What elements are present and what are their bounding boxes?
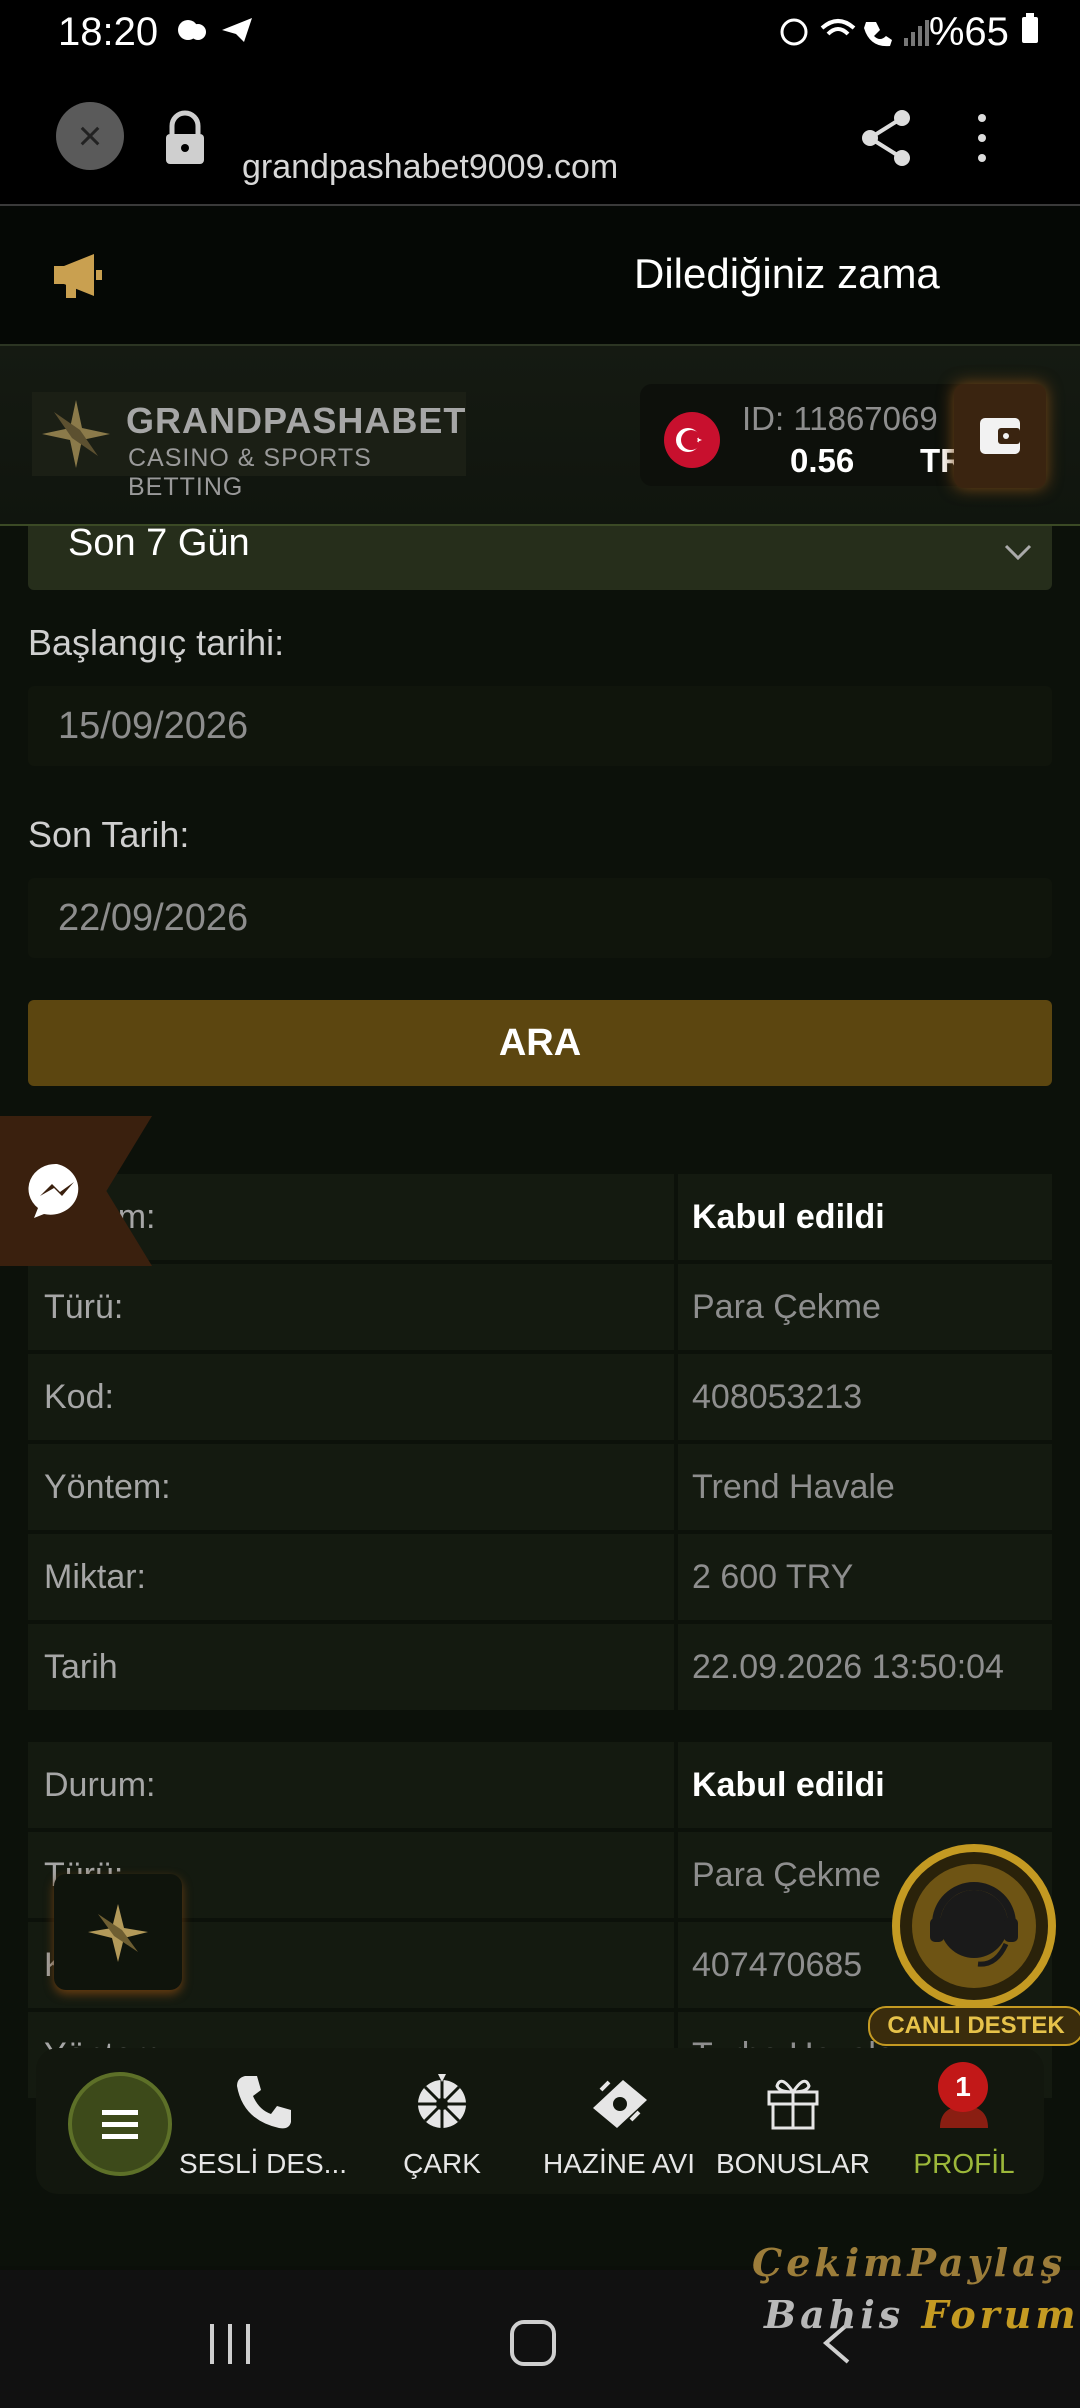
logo-star-icon — [42, 400, 110, 468]
start-date-label: Başlangıç tarihi: — [28, 622, 285, 663]
battery-level: %65 — [929, 10, 1040, 55]
row-label: Durum: — [28, 1742, 674, 1828]
nav-item-wheel[interactable]: ÇARK — [357, 2048, 527, 2194]
row-value: 22.09.2026 13:50:04 — [678, 1624, 1052, 1710]
wallet-button[interactable] — [954, 384, 1046, 488]
row-label: Miktar: — [28, 1534, 674, 1620]
browser-toolbar: × grandpashabet9009.com — [0, 70, 1080, 206]
url-text[interactable]: grandpashabet9009.com — [242, 148, 618, 187]
period-value: Son 7 Gün — [68, 526, 250, 564]
nav-label: PROFİL — [913, 2148, 1015, 2179]
nav-item-voice-support[interactable]: SESLİ DES... — [178, 2048, 348, 2194]
account-id: ID: 11867069 — [742, 400, 938, 437]
messenger-icon — [28, 1163, 79, 1218]
logo-title: GRANDPASHABET — [126, 400, 467, 441]
nav-label: BONUSLAR — [715, 2148, 871, 2179]
battery-icon — [1022, 13, 1038, 43]
logo-subtitle: CASINO & SPORTS BETTING — [128, 444, 372, 501]
announcement-text: Dilediğiniz zama — [634, 250, 940, 297]
live-support-widget[interactable]: CANLI DESTEK — [868, 1840, 1080, 2050]
search-button[interactable]: ARA — [28, 1000, 1052, 1086]
home-icon[interactable] — [508, 2318, 558, 2368]
nav-label: SESLİ DES... — [178, 2148, 348, 2179]
table-row: Tarih 22.09.2026 13:50:04 — [28, 1624, 1052, 1710]
brand-star-icon — [88, 1904, 148, 1962]
row-label: Tarih — [28, 1624, 674, 1710]
chevron-down-icon — [1004, 544, 1032, 560]
status-time: 18:20 — [58, 10, 159, 54]
watermark: ÇekimPaylaş Bahis Forum — [752, 2240, 1080, 2340]
watermark-line1: ÇekimPaylaş — [752, 2240, 1067, 2285]
row-label: Türü: — [28, 1264, 674, 1350]
balance-amount: 0.56 — [790, 442, 855, 479]
row-value: 2 600 TRY — [678, 1534, 1052, 1620]
live-support-label: CANLI DESTEK — [868, 2006, 1080, 2046]
status-bar: 18:20 %65 — [0, 0, 1080, 70]
start-date-input[interactable]: 15/09/2026 — [28, 686, 1052, 766]
row-label: Kod: — [28, 1354, 674, 1440]
system-status-icons — [780, 14, 930, 56]
more-options-icon[interactable] — [972, 110, 992, 166]
signal-icons — [780, 18, 929, 47]
recent-apps-icon[interactable] — [206, 2322, 256, 2366]
table-row: Türü:Para Çekme — [28, 1264, 1052, 1350]
brand-badge[interactable] — [54, 1874, 182, 1990]
notification-icons — [172, 12, 262, 55]
gift-icon — [767, 2079, 819, 2130]
lock-icon[interactable] — [162, 110, 208, 166]
hamburger-icon — [102, 2110, 138, 2139]
table-row: Durum:Kabul edildi — [28, 1742, 1052, 1828]
treasure-icon — [593, 2080, 647, 2128]
weather-telegram-icon — [178, 18, 252, 42]
site-logo[interactable]: GRANDPASHABET CASINO & SPORTS BETTING — [32, 392, 467, 501]
period-select[interactable]: Son 7 Gün — [28, 526, 1052, 590]
end-date-input[interactable]: 22/09/2026 — [28, 878, 1052, 958]
menu-button[interactable] — [68, 2072, 172, 2176]
site-header: GRANDPASHABET CASINO & SPORTS BETTING ID… — [0, 346, 1080, 526]
headset-icon — [892, 1844, 1056, 2008]
table-row: Durum:Kabul edildi — [28, 1174, 1052, 1260]
profile-notification-badge: 1 — [938, 2062, 988, 2112]
announcement-bar: Dilediğiniz zama — [0, 206, 1080, 346]
end-date-label: Son Tarih: — [28, 814, 190, 855]
bottom-navigation: SESLİ DES... ÇARK HAZİNE AVI BONUSLAR PR… — [36, 2048, 1044, 2194]
wallet-icon — [980, 418, 1020, 454]
row-value: Trend Havale — [678, 1444, 1052, 1530]
phone-icon — [237, 2076, 291, 2129]
row-value: 408053213 — [678, 1354, 1052, 1440]
nav-label: HAZİNE AVI — [543, 2148, 695, 2179]
table-row: Yöntem: Trend Havale — [28, 1444, 1052, 1530]
transaction-card: Durum:Kabul edildi Türü:Para Çekme Kod:4… — [28, 1174, 1052, 1714]
table-row: Miktar: 2 600 TRY — [28, 1534, 1052, 1620]
status-value: Kabul edildi — [678, 1174, 1052, 1260]
nav-label: ÇARK — [403, 2148, 481, 2179]
nav-item-treasure-hunt[interactable]: HAZİNE AVI — [534, 2048, 704, 2194]
row-label: Yöntem: — [28, 1444, 674, 1530]
table-row: Kod: 408053213 — [28, 1354, 1052, 1440]
status-value: Kabul edildi — [678, 1742, 1052, 1828]
close-tab-button[interactable]: × — [56, 102, 124, 170]
turkey-flag-icon — [664, 412, 720, 468]
wheel-icon — [418, 2074, 466, 2128]
nav-item-bonuses[interactable]: BONUSLAR — [708, 2048, 878, 2194]
row-value: Para Çekme — [678, 1264, 1052, 1350]
share-icon[interactable] — [858, 108, 914, 168]
watermark-line2: Bahis Forum — [764, 2292, 1080, 2337]
megaphone-icon — [54, 254, 102, 298]
